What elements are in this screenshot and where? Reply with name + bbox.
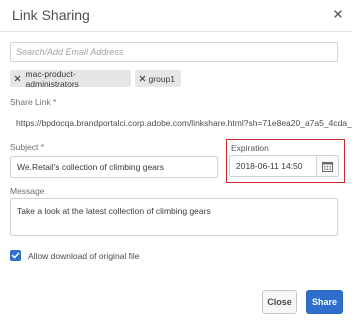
allow-download-checkbox[interactable] <box>10 250 21 261</box>
remove-tag-icon[interactable] <box>14 75 26 82</box>
email-search-input[interactable] <box>10 42 338 62</box>
share-button[interactable]: Share <box>306 290 343 314</box>
calendar-icon[interactable] <box>316 156 338 176</box>
expiration-datepicker <box>229 155 339 177</box>
header-divider <box>0 31 352 32</box>
recipient-tag: mac-product-administrators <box>10 68 131 89</box>
dialog-title: Link Sharing <box>12 7 90 23</box>
message-textarea[interactable]: Take a look at the latest collection of … <box>10 198 338 236</box>
expiration-label: Expiration <box>231 143 269 153</box>
subject-input[interactable] <box>10 156 218 178</box>
recipient-tag-label: mac-product-administrators <box>25 68 79 89</box>
link-sharing-dialog: Link Sharing mac-product-administrators … <box>0 0 352 323</box>
allow-download-label: Allow download of original file <box>28 251 140 261</box>
recipient-tag-label: group1 <box>148 73 175 84</box>
share-link-url: https://bpdocqa.brandportalci.corp.adobe… <box>16 118 352 128</box>
share-link-label: Share Link * <box>10 97 57 107</box>
close-icon[interactable] <box>333 9 343 19</box>
close-button[interactable]: Close <box>262 290 297 314</box>
subject-label: Subject * <box>10 142 45 152</box>
expiration-input[interactable] <box>230 156 316 176</box>
message-label: Message <box>10 186 45 196</box>
remove-tag-icon[interactable] <box>139 75 149 82</box>
recipient-tag: group1 <box>135 70 181 87</box>
